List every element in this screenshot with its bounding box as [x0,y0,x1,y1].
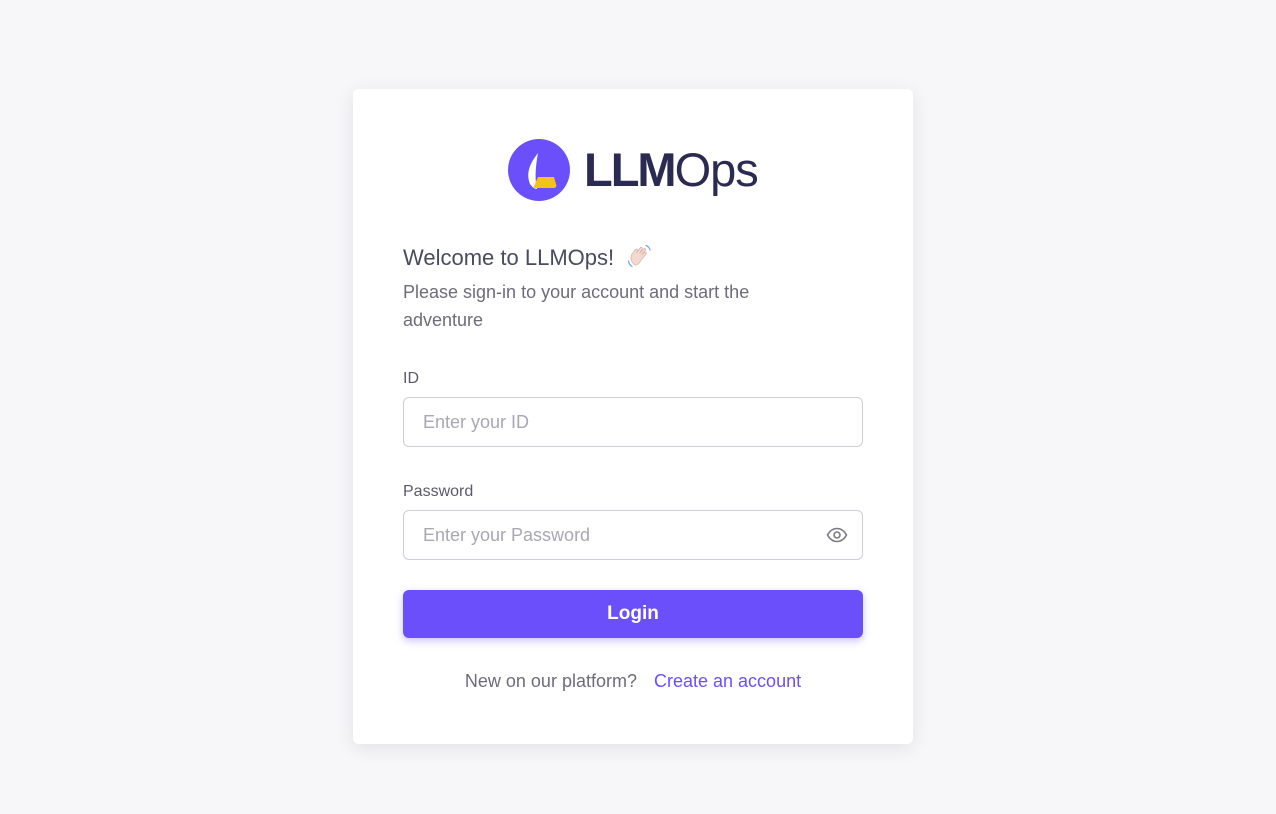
signup-question: New on our platform? [464,671,637,691]
login-button[interactable]: Login [403,590,863,638]
welcome-heading: Welcome to LLMOps! [403,242,652,274]
create-account-link[interactable]: Create an account [654,671,801,691]
welcome-title: Welcome to LLMOps! [403,245,615,270]
welcome-subtitle: Please sign-in to your account and start… [403,282,750,330]
signup-prompt: New on our platform? Create an account [353,669,913,693]
llmops-logo-icon [508,139,570,201]
brand-wordmark: LLMOps [584,139,759,201]
id-field-wrapper [403,397,863,447]
eye-icon[interactable] [826,526,848,544]
password-field-wrapper [403,510,863,560]
id-input[interactable] [404,398,813,446]
login-card: LLMOps Welcome to LLMOps! Please sign-in… [353,89,913,744]
id-label: ID [403,370,419,387]
brand-name-light: Ops [674,143,759,196]
brand-name-bold: LLM [584,143,677,196]
brand-logo: LLMOps [508,139,759,201]
password-input[interactable] [404,511,813,559]
waving-hand-icon [628,244,651,268]
password-label: Password [403,483,474,500]
